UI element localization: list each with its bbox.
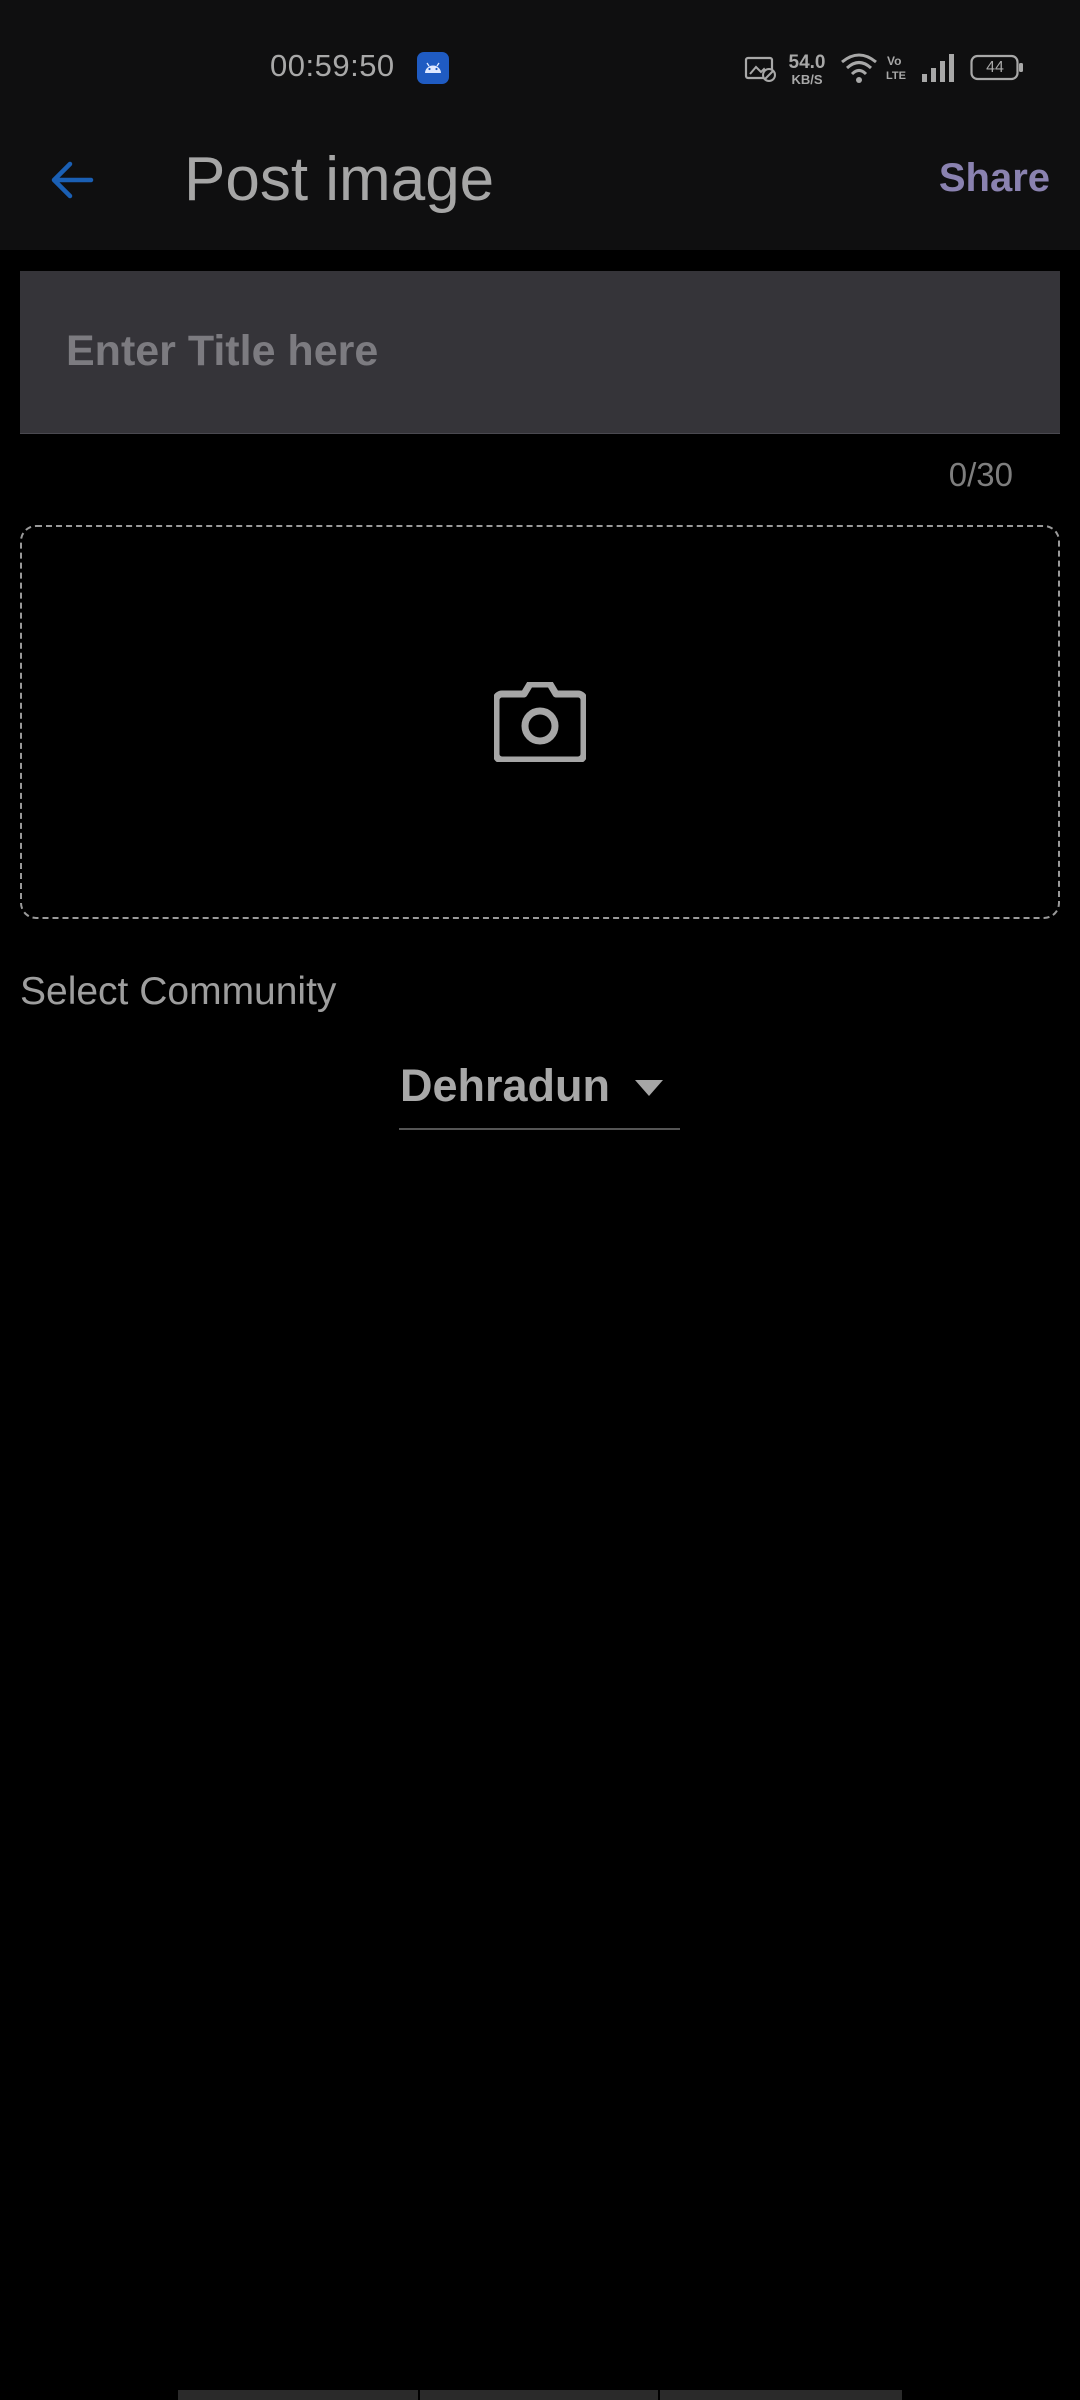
screen-record-icon <box>744 56 776 82</box>
char-counter: 0/30 <box>948 456 1013 493</box>
volte-icon: Vo LTE <box>886 54 906 82</box>
camera-icon <box>494 682 586 762</box>
net-speed: 54.0 KB/S <box>784 53 830 86</box>
arrow-left-icon <box>51 161 94 199</box>
page-title: Post image <box>184 145 495 214</box>
status-bar: 00:59:50 54.0 KB/S Vo LTE 44 <box>0 0 1080 136</box>
app-bar <box>0 136 1080 250</box>
image-picker[interactable] <box>20 525 1060 919</box>
share-button[interactable]: Share <box>939 150 1050 206</box>
select-community-label: Select Community <box>20 970 337 1013</box>
title-field <box>20 271 1060 434</box>
community-dropdown[interactable]: Dehradun <box>399 1058 680 1130</box>
battery-level: 44 <box>986 59 1004 76</box>
caret-down-icon <box>635 1080 663 1096</box>
nav-bar-segment-left <box>178 2390 418 2400</box>
status-icons: 54.0 KB/S Vo LTE 44 <box>0 40 1080 96</box>
net-speed-unit: KB/S <box>791 72 823 87</box>
net-speed-value: 54.0 <box>788 52 826 73</box>
community-selected: Dehradun <box>400 1060 611 1111</box>
back-button[interactable] <box>36 136 108 224</box>
nav-bar-segment-right <box>660 2390 902 2400</box>
wifi-icon <box>841 53 877 83</box>
nav-bar-segment-center <box>420 2390 658 2400</box>
svg-text:Vo: Vo <box>887 54 901 68</box>
signal-icon <box>922 54 954 82</box>
svg-text:LTE: LTE <box>886 70 906 82</box>
title-input[interactable] <box>66 321 1026 381</box>
